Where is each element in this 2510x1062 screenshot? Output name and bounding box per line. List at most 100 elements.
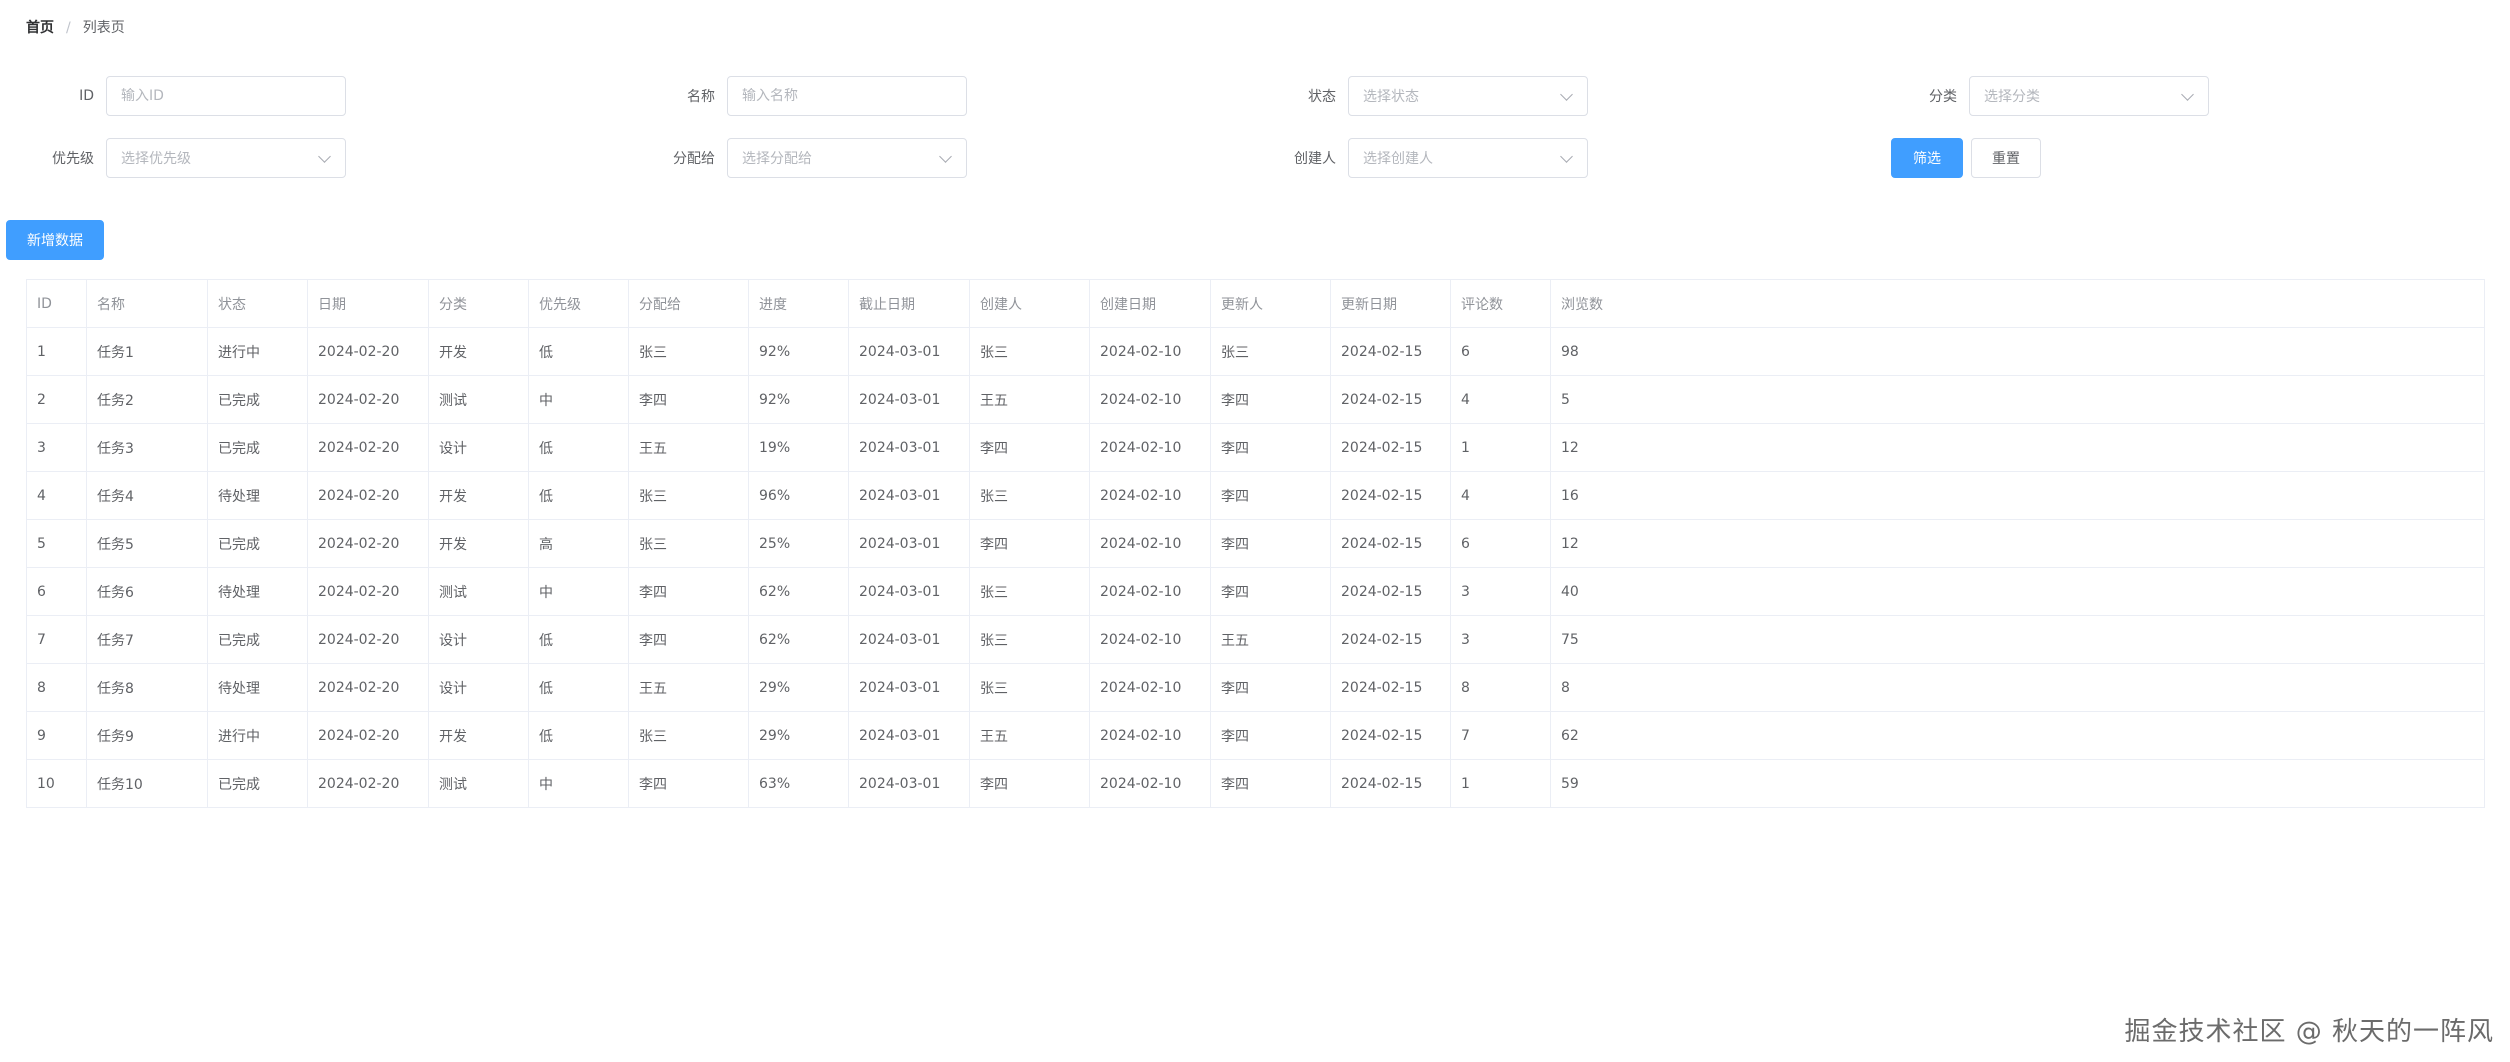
column-header: 浏览数 xyxy=(1550,279,2485,328)
table-cell: 2024-02-15 xyxy=(1330,375,1451,424)
table-row[interactable]: 5 任务5 已完成 2024-02-20 开发高张三 25% 2024-03-01 李四 202… xyxy=(26,519,2485,568)
name-input[interactable] xyxy=(742,88,952,104)
filter-creator: 创建人 选择创建人 xyxy=(1258,138,1588,178)
table-cell: 4 xyxy=(1450,471,1551,520)
table-cell: 王五 xyxy=(628,423,749,472)
table-cell: 8 xyxy=(1450,663,1551,712)
id-input[interactable] xyxy=(121,88,331,104)
table-cell: 任务10 xyxy=(86,759,208,808)
column-header: 进度 xyxy=(748,279,849,328)
filter-status: 状态 选择状态 xyxy=(1258,76,1588,116)
table-cell: 2024-02-20 xyxy=(307,759,429,808)
column-header: 创建日期 xyxy=(1089,279,1211,328)
table-cell: 2024-02-20 xyxy=(307,567,429,616)
status-select-placeholder: 选择状态 xyxy=(1363,89,1419,105)
table-cell: 3 xyxy=(26,423,87,472)
table-cell: 2024-02-20 xyxy=(307,423,429,472)
chevron-down-icon xyxy=(1560,87,1573,101)
table-cell: 张三 xyxy=(969,567,1090,616)
table-cell: 测试 xyxy=(428,567,529,616)
table-cell: 92% xyxy=(748,327,849,376)
table-row[interactable]: 3 任务3 已完成 2024-02-20 设计低王五 19% 2024-03-01 李四 202… xyxy=(26,423,2485,472)
column-header: 状态 xyxy=(207,279,308,328)
assignee-select-placeholder: 选择分配给 xyxy=(742,151,812,167)
table-cell: 李四 xyxy=(628,567,749,616)
filter-category: 分类 选择分类 xyxy=(1879,76,2209,116)
table-cell: 测试 xyxy=(428,759,529,808)
table-row[interactable]: 9 任务9 进行中 2024-02-20 开发低张三 29% 2024-03-01 王五 202… xyxy=(26,711,2485,760)
table-cell: 2024-02-10 xyxy=(1089,375,1211,424)
column-header: 名称 xyxy=(86,279,208,328)
table-cell: 2024-03-01 xyxy=(848,711,970,760)
table-cell: 测试 xyxy=(428,375,529,424)
table-cell: 25% xyxy=(748,519,849,568)
table-cell: 张三 xyxy=(628,327,749,376)
column-header: 优先级 xyxy=(528,279,629,328)
status-select[interactable]: 选择状态 xyxy=(1348,76,1588,116)
column-header: 创建人 xyxy=(969,279,1090,328)
table-cell: 2024-02-20 xyxy=(307,375,429,424)
table-cell: 进行中 xyxy=(207,711,308,760)
filter-button[interactable]: 筛选 xyxy=(1891,138,1963,178)
table-cell: 5 xyxy=(26,519,87,568)
table-cell: 29% xyxy=(748,663,849,712)
table-cell: 8 xyxy=(1550,663,2485,712)
table-cell: 2024-03-01 xyxy=(848,759,970,808)
table-cell: 2024-02-10 xyxy=(1089,423,1211,472)
table-row[interactable]: 8 任务8 待处理 2024-02-20 设计低王五 29% 2024-03-01 张三 202… xyxy=(26,663,2485,712)
table-cell: 2024-02-10 xyxy=(1089,519,1211,568)
table-cell: 任务3 xyxy=(86,423,208,472)
table-cell: 已完成 xyxy=(207,759,308,808)
table-cell: 16 xyxy=(1550,471,2485,520)
creator-select-placeholder: 选择创建人 xyxy=(1363,151,1433,167)
filter-assignee: 分配给 选择分配给 xyxy=(637,138,967,178)
table-cell: 2024-03-01 xyxy=(848,567,970,616)
table-cell: 开发 xyxy=(428,519,529,568)
table-cell: 李四 xyxy=(1210,567,1331,616)
table-cell: 开发 xyxy=(428,471,529,520)
table-cell: 待处理 xyxy=(207,663,308,712)
table-cell: 设计 xyxy=(428,615,529,664)
table-cell: 3 xyxy=(1450,615,1551,664)
add-data-button[interactable]: 新增数据 xyxy=(6,220,104,260)
table-cell: 2024-02-15 xyxy=(1330,471,1451,520)
reset-button[interactable]: 重置 xyxy=(1971,138,2041,178)
table-cell: 62% xyxy=(748,615,849,664)
table-cell: 1 xyxy=(26,327,87,376)
filter-priority-label: 优先级 xyxy=(52,151,94,167)
table-cell: 5 xyxy=(1550,375,2485,424)
assignee-select[interactable]: 选择分配给 xyxy=(727,138,967,178)
table-cell: 设计 xyxy=(428,423,529,472)
table-cell: 2024-03-01 xyxy=(848,375,970,424)
table-cell: 2024-03-01 xyxy=(848,423,970,472)
table-cell: 王五 xyxy=(628,663,749,712)
table-row[interactable]: 4 任务4 待处理 2024-02-20 开发低张三 96% 2024-03-01 张三 202… xyxy=(26,471,2485,520)
table-cell: 任务5 xyxy=(86,519,208,568)
category-select[interactable]: 选择分类 xyxy=(1969,76,2209,116)
table-cell: 2024-02-20 xyxy=(307,615,429,664)
creator-select[interactable]: 选择创建人 xyxy=(1348,138,1588,178)
table-cell: 2024-02-15 xyxy=(1330,711,1451,760)
table-cell: 2024-03-01 xyxy=(848,519,970,568)
table-cell: 开发 xyxy=(428,327,529,376)
filter-priority: 优先级 选择优先级 xyxy=(16,138,346,178)
priority-select[interactable]: 选择优先级 xyxy=(106,138,346,178)
table-cell: 59 xyxy=(1550,759,2485,808)
filter-status-label: 状态 xyxy=(1308,89,1336,105)
table-cell: 2024-02-10 xyxy=(1089,615,1211,664)
table-row[interactable]: 7 任务7 已完成 2024-02-20 设计低李四 62% 2024-03-01 张三 202… xyxy=(26,615,2485,664)
priority-select-placeholder: 选择优先级 xyxy=(121,151,191,167)
table-cell: 低 xyxy=(528,327,629,376)
table-row[interactable]: 10 任务10 已完成 2024-02-20 测试中李四 63% 2024-03-01 李四 2… xyxy=(26,759,2485,808)
table-cell: 高 xyxy=(528,519,629,568)
table-cell: 待处理 xyxy=(207,471,308,520)
table-cell: 任务1 xyxy=(86,327,208,376)
table-cell: 李四 xyxy=(628,759,749,808)
table-cell: 2024-02-15 xyxy=(1330,615,1451,664)
table-cell: 98 xyxy=(1550,327,2485,376)
column-header: 更新人 xyxy=(1210,279,1331,328)
table-row[interactable]: 6 任务6 待处理 2024-02-20 测试中李四 62% 2024-03-01 张三 202… xyxy=(26,567,2485,616)
table-row[interactable]: 1 任务1 进行中 2024-02-20 开发低张三 92% 2024-03-01 张三 202… xyxy=(26,327,2485,376)
table-row[interactable]: 2 任务2 已完成 2024-02-20 测试中李四 92% 2024-03-01 王五 202… xyxy=(26,375,2485,424)
chevron-down-icon xyxy=(318,149,331,163)
